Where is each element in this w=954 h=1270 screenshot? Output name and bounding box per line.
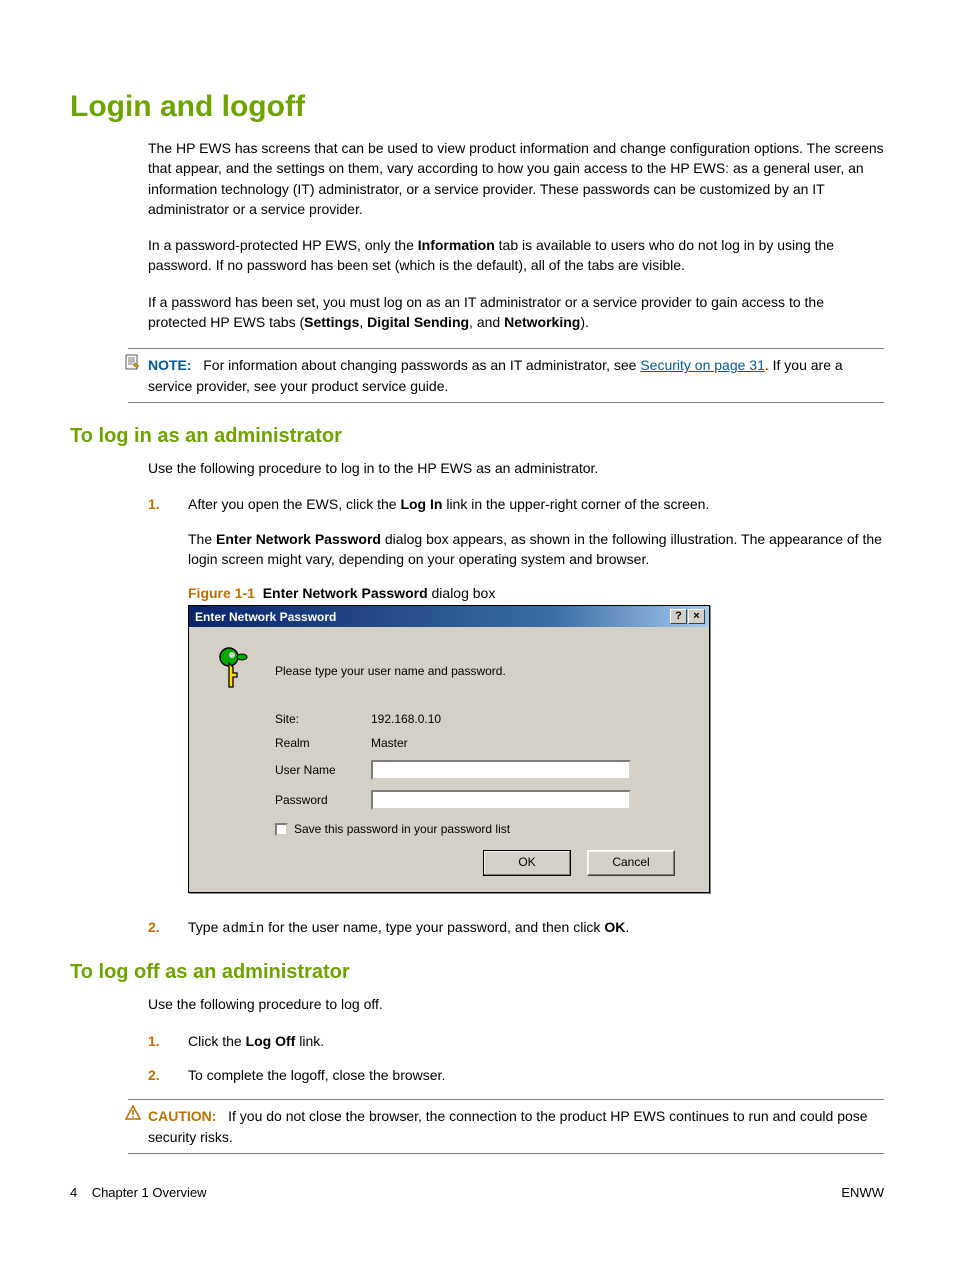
page-footer: 4 Chapter 1 Overview ENWW xyxy=(70,1185,884,1200)
text: , xyxy=(359,314,367,330)
note-block: NOTE: For information about changing pas… xyxy=(128,348,884,403)
intro-paragraph-1: The HP EWS has screens that can be used … xyxy=(148,138,884,219)
password-input[interactable] xyxy=(371,790,631,810)
bold-enter-network-password: Enter Network Password xyxy=(216,531,381,547)
text: Click the xyxy=(188,1033,246,1049)
realm-value: Master xyxy=(371,736,408,750)
lang-code: ENWW xyxy=(841,1185,884,1200)
save-password-label: Save this password in your password list xyxy=(294,822,510,836)
login-intro: Use the following procedure to log in to… xyxy=(148,458,884,478)
logoff-step-1: 1. Click the Log Off link. xyxy=(148,1031,884,1051)
bold-settings: Settings xyxy=(304,314,359,330)
step-number: 2. xyxy=(148,1065,160,1085)
security-link[interactable]: Security on page 31 xyxy=(640,357,765,373)
logoff-heading: To log off as an administrator xyxy=(70,961,884,984)
figure-caption-tail: dialog box xyxy=(428,585,496,601)
username-label: User Name xyxy=(275,763,371,777)
login-step-1: 1. After you open the EWS, click the Log… xyxy=(148,494,884,569)
bold-networking: Networking xyxy=(504,314,580,330)
intro-paragraph-3: If a password has been set, you must log… xyxy=(148,292,884,333)
dialog-title-text: Enter Network Password xyxy=(195,610,336,624)
bold-information: Information xyxy=(418,237,495,253)
dialog-prompt: Please type your user name and password. xyxy=(275,664,506,678)
caution-block: CAUTION: If you do not close the browser… xyxy=(128,1099,884,1154)
site-label: Site: xyxy=(275,712,371,726)
text: After you open the EWS, click the xyxy=(188,496,400,512)
caution-label: CAUTION: xyxy=(148,1108,216,1124)
caution-icon xyxy=(125,1105,141,1121)
text: The xyxy=(188,531,216,547)
key-icon xyxy=(215,647,275,694)
text: To complete the logoff, close the browse… xyxy=(188,1067,445,1083)
note-text: For information about changing passwords… xyxy=(203,357,640,373)
bold-digital-sending: Digital Sending xyxy=(367,314,469,330)
figure-id: Figure 1-1 xyxy=(188,585,255,601)
bold-log-off: Log Off xyxy=(246,1033,296,1049)
password-label: Password xyxy=(275,793,371,807)
text: In a password-protected HP EWS, only the xyxy=(148,237,418,253)
note-icon xyxy=(125,354,141,370)
page-title: Login and logoff xyxy=(70,90,884,124)
bold-ok: OK xyxy=(604,919,625,935)
cancel-button[interactable]: Cancel xyxy=(587,850,675,876)
enter-network-password-dialog: Enter Network Password ? × Please type y… xyxy=(188,605,710,893)
text: Type xyxy=(188,919,222,935)
dialog-titlebar: Enter Network Password ? × xyxy=(189,606,709,627)
login-heading: To log in as an administrator xyxy=(70,425,884,448)
text: . xyxy=(625,919,629,935)
close-button[interactable]: × xyxy=(688,609,705,624)
save-password-checkbox[interactable] xyxy=(275,823,288,836)
chapter-label: Chapter 1 Overview xyxy=(92,1185,207,1200)
code-admin: admin xyxy=(222,921,264,937)
site-value: 192.168.0.10 xyxy=(371,712,441,726)
intro-paragraph-2: In a password-protected HP EWS, only the… xyxy=(148,235,884,276)
text: link in the upper-right corner of the sc… xyxy=(442,496,709,512)
ok-button[interactable]: OK xyxy=(483,850,571,876)
text: , and xyxy=(469,314,504,330)
step-number: 2. xyxy=(148,917,160,937)
step-number: 1. xyxy=(148,494,160,514)
text: for the user name, type your password, a… xyxy=(264,919,604,935)
realm-label: Realm xyxy=(275,736,371,750)
text: link. xyxy=(295,1033,324,1049)
step-number: 1. xyxy=(148,1031,160,1051)
login-step-1-sub: The Enter Network Password dialog box ap… xyxy=(188,529,884,570)
logoff-intro: Use the following procedure to log off. xyxy=(148,994,884,1014)
text: ). xyxy=(580,314,589,330)
username-input[interactable] xyxy=(371,760,631,780)
caution-text: If you do not close the browser, the con… xyxy=(148,1108,868,1144)
logoff-step-2: 2. To complete the logoff, close the bro… xyxy=(148,1065,884,1085)
figure-caption-bold: Enter Network Password xyxy=(263,585,428,601)
login-step-2: 2. Type admin for the user name, type yo… xyxy=(148,917,884,939)
help-button[interactable]: ? xyxy=(670,609,687,624)
figure-caption: Figure 1-1 Enter Network Password dialog… xyxy=(188,585,884,601)
page-number: 4 xyxy=(70,1185,77,1200)
bold-log-in: Log In xyxy=(400,496,442,512)
note-label: NOTE: xyxy=(148,357,192,373)
